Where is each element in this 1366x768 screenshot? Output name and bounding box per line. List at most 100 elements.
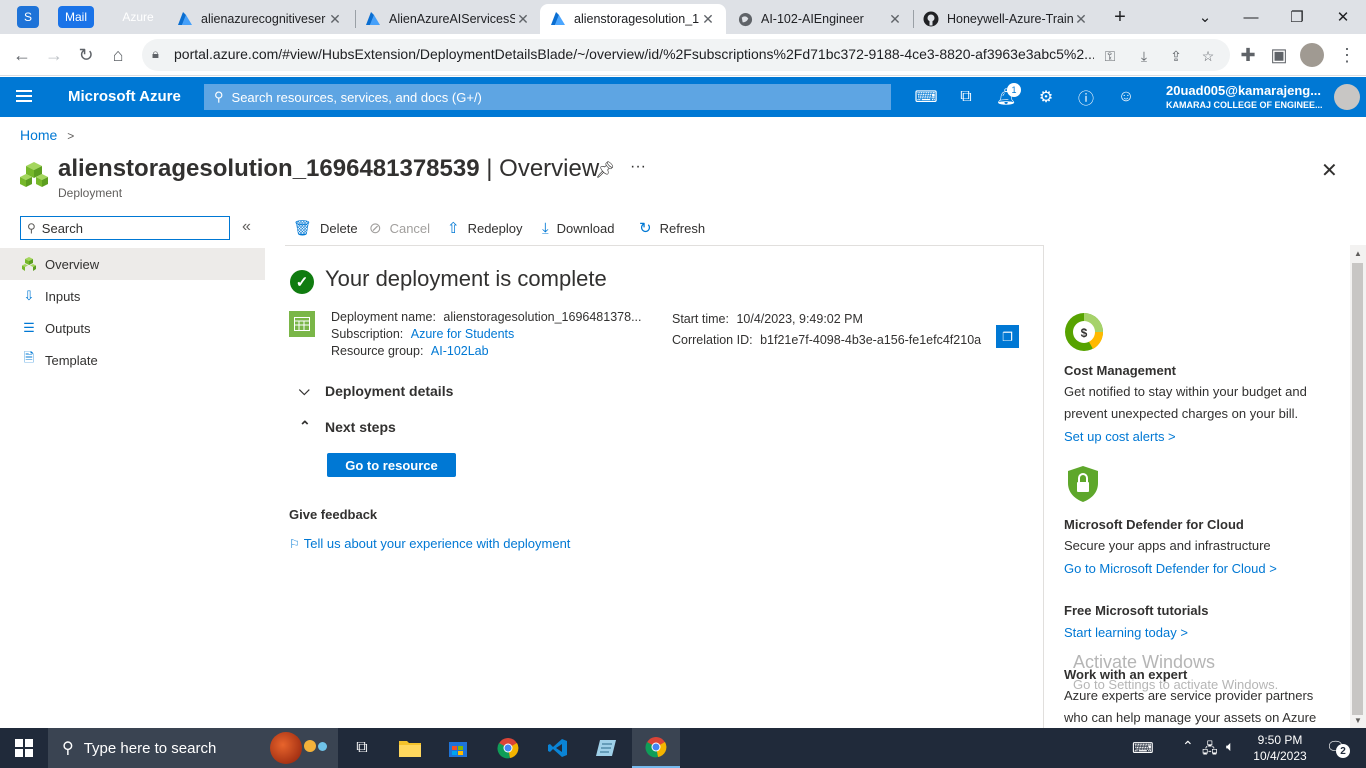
global-search-input[interactable]: ⚲ Search resources, services, and docs (… bbox=[204, 84, 891, 110]
settings-gear-icon[interactable]: ⚙ bbox=[1026, 77, 1066, 117]
chrome-active-icon[interactable] bbox=[632, 728, 680, 768]
download-arrow-icon: ⤓ bbox=[542, 219, 549, 237]
account-info[interactable]: 20uad005@kamarajeng... KAMARAJ COLLEGE O… bbox=[1166, 83, 1323, 110]
taskbar-search-input[interactable]: ⚲ Type here to search bbox=[48, 728, 338, 768]
scrollbar-thumb[interactable] bbox=[1352, 263, 1363, 715]
delete-button[interactable]: 🗑︎ Delete bbox=[293, 216, 358, 240]
windows-start-icon[interactable] bbox=[0, 728, 48, 768]
resource-group-row: Resource group: AI-102Lab bbox=[331, 343, 641, 360]
browser-tab-active[interactable]: alienstoragesolution_1 ✕ bbox=[540, 4, 726, 34]
network-icon[interactable]: 🖧︎ bbox=[1202, 738, 1218, 762]
trash-icon: 🗑︎ bbox=[293, 220, 313, 237]
notifications-bell-icon[interactable]: 🔔︎ 1 bbox=[986, 77, 1026, 117]
share-icon[interactable]: ⇪ bbox=[1166, 47, 1186, 65]
breadcrumb-home-link[interactable]: Home bbox=[20, 127, 57, 143]
notification-count-badge: 1 bbox=[1007, 83, 1021, 97]
restore-icon[interactable]: ❐ bbox=[1274, 0, 1320, 34]
close-blade-icon[interactable]: ✕ bbox=[1321, 158, 1338, 183]
close-tab-icon[interactable]: ✕ bbox=[515, 11, 531, 28]
volume-icon[interactable]: 🔈︎ bbox=[1226, 738, 1234, 755]
deployment-name-label: Deployment name: bbox=[331, 310, 436, 324]
defender-title: Microsoft Defender for Cloud bbox=[1064, 517, 1244, 532]
hamburger-menu-icon[interactable] bbox=[12, 87, 36, 107]
close-tab-icon[interactable]: ✕ bbox=[327, 11, 343, 28]
cancel-button[interactable]: ⊘ Cancel bbox=[369, 216, 430, 240]
install-app-icon[interactable]: ⤓ bbox=[1134, 47, 1154, 65]
address-bar[interactable]: 🔒︎ portal.azure.com/#view/HubsExtension/… bbox=[142, 39, 1230, 71]
forward-icon[interactable]: → bbox=[41, 42, 67, 68]
tab-search-icon[interactable]: ⌄ bbox=[1182, 0, 1228, 34]
notification-center-icon[interactable]: 🗨︎ 2 bbox=[1326, 738, 1350, 758]
sidebar-item-inputs[interactable]: ⇩ Inputs bbox=[0, 280, 265, 312]
pinned-tab-mail[interactable]: Mail bbox=[58, 6, 94, 28]
file-explorer-icon[interactable] bbox=[386, 728, 434, 768]
menu-kebab-icon[interactable]: ⋮ bbox=[1334, 42, 1360, 68]
next-steps-toggle[interactable]: ⌃ Next steps bbox=[299, 418, 396, 435]
close-tab-icon[interactable]: ✕ bbox=[1073, 11, 1089, 28]
task-view-icon[interactable]: ⧉ bbox=[338, 728, 386, 768]
redeploy-button[interactable]: ⇧ Redeploy bbox=[447, 216, 523, 240]
home-icon[interactable]: ⌂ bbox=[105, 42, 131, 68]
show-hidden-icons-chevron-icon[interactable]: ⌃ bbox=[1182, 738, 1194, 755]
feedback-link-text: Tell us about your experience with deplo… bbox=[303, 536, 571, 551]
defender-link[interactable]: Go to Microsoft Defender for Cloud > bbox=[1064, 561, 1277, 576]
deployment-details-toggle[interactable]: ⌵ Deployment details bbox=[299, 382, 453, 399]
pinned-tab-s[interactable]: S bbox=[17, 6, 39, 28]
extensions-icon[interactable]: ✚ bbox=[1235, 42, 1261, 68]
set-up-cost-alerts-link[interactable]: Set up cost alerts > bbox=[1064, 429, 1176, 444]
new-tab-button[interactable]: + bbox=[1108, 5, 1132, 29]
cloud-shell-icon[interactable]: ⌨ bbox=[906, 77, 946, 117]
close-tab-icon[interactable]: ✕ bbox=[887, 11, 903, 28]
feedback-link[interactable]: ⚐ Tell us about your experience with dep… bbox=[289, 536, 570, 551]
browser-tab[interactable]: Honeywell-Azure-Train ✕ bbox=[913, 4, 1099, 34]
help-icon[interactable]: ⓘ bbox=[1066, 77, 1106, 117]
chrome-icon[interactable] bbox=[484, 728, 532, 768]
close-tab-icon[interactable]: ✕ bbox=[700, 11, 716, 28]
collapse-sidebar-icon[interactable]: « bbox=[242, 218, 251, 236]
bookmark-star-icon[interactable]: ☆ bbox=[1198, 47, 1218, 65]
sidebar-item-label: Outputs bbox=[45, 320, 91, 336]
more-options-icon[interactable]: ··· bbox=[630, 158, 646, 176]
page-scrollbar[interactable]: ▲ ▼ bbox=[1350, 245, 1366, 728]
activate-windows-title: Activate Windows bbox=[1073, 652, 1216, 672]
directory-filter-icon[interactable]: ⧉ bbox=[946, 77, 986, 117]
browser-tab[interactable]: AlienAzureAIServicesS ✕ bbox=[355, 4, 541, 34]
subscription-link[interactable]: Azure for Students bbox=[411, 327, 515, 341]
browser-tab[interactable]: AI-102-AIEngineer ✕ bbox=[727, 4, 913, 34]
profile-avatar[interactable] bbox=[1300, 43, 1324, 67]
browser-tab[interactable]: alienazurecognitiveser ✕ bbox=[167, 4, 353, 34]
go-to-resource-button[interactable]: Go to resource bbox=[327, 453, 456, 477]
pin-icon[interactable]: 📌︎ bbox=[595, 160, 615, 180]
resource-group-link[interactable]: AI-102Lab bbox=[431, 344, 489, 358]
sidebar-item-outputs[interactable]: ☰ Outputs bbox=[0, 312, 265, 344]
azure-icon bbox=[550, 11, 566, 27]
refresh-button[interactable]: ↻ Refresh bbox=[639, 216, 705, 240]
azure-icon bbox=[365, 11, 381, 27]
clock[interactable]: 9:50 PM 10/4/2023 bbox=[1250, 732, 1310, 764]
keyboard-icon[interactable]: ⌨ bbox=[1132, 739, 1154, 757]
scroll-down-icon[interactable]: ▼ bbox=[1354, 716, 1362, 725]
avatar[interactable] bbox=[1334, 84, 1360, 110]
feedback-icon[interactable]: ☺ bbox=[1106, 77, 1146, 117]
sidebar-item-template[interactable]: 🗎︎ Template bbox=[0, 344, 265, 376]
sidebar-item-overview[interactable]: Overview bbox=[0, 248, 265, 280]
copy-icon[interactable]: ❐ bbox=[996, 325, 1019, 348]
vscode-icon[interactable] bbox=[534, 728, 582, 768]
reload-icon[interactable]: ↻ bbox=[73, 42, 99, 68]
close-window-icon[interactable]: ✕ bbox=[1320, 0, 1366, 34]
back-icon[interactable]: ← bbox=[9, 42, 35, 68]
brand-title[interactable]: Microsoft Azure bbox=[68, 88, 181, 105]
start-learning-link[interactable]: Start learning today > bbox=[1064, 625, 1188, 640]
microsoft-store-icon[interactable] bbox=[434, 728, 482, 768]
scroll-up-icon[interactable]: ▲ bbox=[1354, 249, 1362, 258]
sidebar-search-input[interactable]: ⚲ Search bbox=[20, 216, 230, 240]
key-icon[interactable]: ⚿ bbox=[1100, 47, 1120, 65]
download-button[interactable]: ⤓ Download bbox=[542, 216, 614, 240]
side-panel-icon[interactable]: ▣ bbox=[1266, 42, 1292, 68]
search-icon: ⚲ bbox=[27, 221, 36, 235]
minimize-icon[interactable]: — bbox=[1228, 0, 1274, 34]
notepad-app-icon[interactable] bbox=[582, 728, 630, 768]
subscription-label: Subscription: bbox=[331, 327, 404, 341]
pinned-tab-azure[interactable]: Azure bbox=[116, 6, 160, 28]
cost-management-title: Cost Management bbox=[1064, 363, 1176, 378]
